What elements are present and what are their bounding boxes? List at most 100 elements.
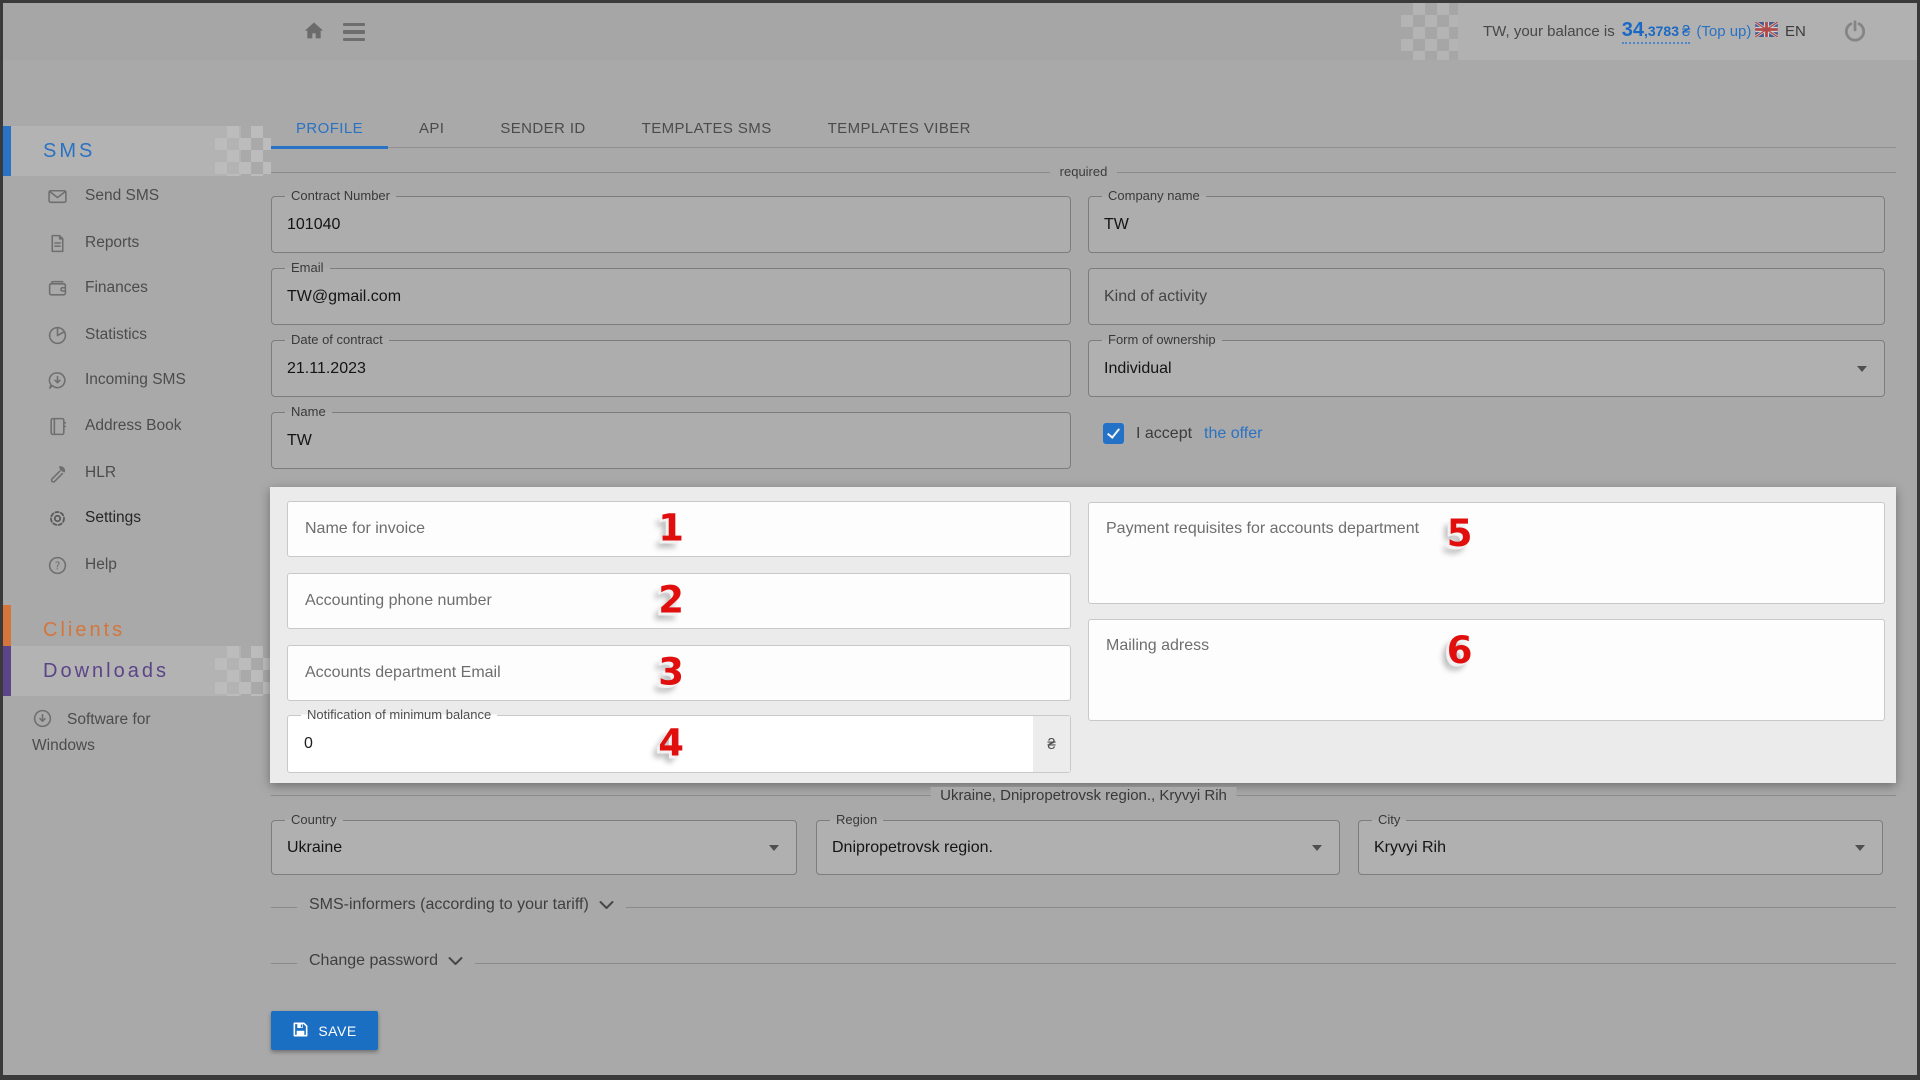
- change-password-section: Change password: [271, 963, 1896, 964]
- field-placeholder: Accounts department Email: [305, 664, 501, 682]
- accept-offer-row: I accept the offer: [1103, 423, 1262, 444]
- contract-number-field[interactable]: Contract Number 101040: [271, 196, 1071, 253]
- country-select[interactable]: Country Ukraine: [271, 820, 797, 875]
- home-button[interactable]: [302, 20, 326, 44]
- annotation-badge-3: 3: [658, 651, 684, 694]
- field-value: TW: [287, 432, 312, 450]
- annotation-badge-1: 1: [658, 507, 684, 550]
- wallet-icon: [47, 278, 68, 299]
- chevron-down-icon: [599, 900, 614, 910]
- min-balance-notification-field[interactable]: Notification of minimum balance 0 ₴ 4: [287, 715, 1071, 773]
- message-download-icon: [47, 370, 68, 391]
- region-select[interactable]: Region Dnipropetrovsk region.: [816, 820, 1340, 875]
- sidebar-item-statistics[interactable]: Statistics: [47, 319, 147, 351]
- payment-requisites-textarea[interactable]: Payment requisites for accounts departme…: [1088, 502, 1885, 604]
- tab-sender-id[interactable]: SENDER ID: [475, 109, 610, 147]
- sidebar-item-incoming-sms[interactable]: Incoming SMS: [47, 364, 186, 396]
- field-label: Country: [285, 812, 343, 827]
- balance-info: TW, your balance is 34,3783₴ (Top up): [1483, 3, 1751, 60]
- save-button[interactable]: SAVE: [271, 1011, 378, 1050]
- sidebar-item-send-sms[interactable]: Send SMS: [47, 180, 159, 212]
- field-value: 0: [304, 735, 313, 753]
- required-divider: required: [271, 172, 1896, 173]
- book-icon: [47, 416, 68, 437]
- home-icon: [302, 19, 326, 46]
- field-label: Name: [285, 404, 332, 419]
- field-label: City: [1372, 812, 1406, 827]
- field-value: Kryvyi Rih: [1374, 839, 1446, 857]
- section-accent-bar: [3, 646, 11, 696]
- sidebar-item-help[interactable]: ? Help: [47, 549, 117, 581]
- chevron-down-icon: [1857, 366, 1867, 372]
- name-field[interactable]: Name TW: [271, 412, 1071, 469]
- sidebar-section-sms[interactable]: SMS: [3, 126, 273, 176]
- chevron-down-icon: [769, 845, 779, 851]
- annotation-badge-5: 5: [1447, 512, 1473, 555]
- document-icon: [47, 233, 68, 254]
- pixel-decoration: [1401, 3, 1463, 60]
- offer-link[interactable]: the offer: [1204, 425, 1262, 443]
- accept-offer-text: I accept: [1136, 425, 1192, 443]
- sidebar-item-label: Incoming SMS: [85, 371, 186, 389]
- kind-of-activity-field[interactable]: Kind of activity: [1088, 268, 1885, 325]
- field-placeholder: Payment requisites for accounts departme…: [1106, 520, 1419, 538]
- topbar: TW, your balance is 34,3783₴ (Top up) EN: [3, 3, 1917, 60]
- company-name-field[interactable]: Company name TW: [1088, 196, 1885, 253]
- menu-button[interactable]: [342, 23, 366, 41]
- field-value: 101040: [287, 216, 340, 234]
- balance-amount-link[interactable]: 34,3783₴: [1622, 20, 1691, 44]
- sidebar-item-address-book[interactable]: Address Book: [47, 410, 182, 442]
- sidebar-item-label: Statistics: [85, 326, 147, 344]
- wrench-icon: [47, 463, 68, 484]
- tab-api[interactable]: API: [394, 109, 469, 147]
- logout-button[interactable]: [1841, 18, 1869, 46]
- tab-templates-sms[interactable]: TEMPLATES SMS: [617, 109, 797, 147]
- field-label: Email: [285, 260, 330, 275]
- annotation-badge-6: 6: [1447, 629, 1473, 672]
- sidebar-section-downloads[interactable]: Downloads: [3, 646, 273, 696]
- sms-section-label: SMS: [43, 126, 95, 176]
- sidebar-item-settings[interactable]: Settings: [47, 502, 141, 534]
- section-title: SMS-informers (according to your tariff): [309, 896, 589, 914]
- downloads-section-label: Downloads: [43, 646, 169, 696]
- tab-templates-viber[interactable]: TEMPLATES VIBER: [803, 109, 996, 147]
- field-placeholder: Accounting phone number: [305, 592, 492, 610]
- city-select[interactable]: City Kryvyi Rih: [1358, 820, 1883, 875]
- save-button-label: SAVE: [318, 1023, 356, 1039]
- field-value: TW: [1104, 216, 1129, 234]
- field-placeholder: Name for invoice: [305, 520, 425, 538]
- change-password-toggle[interactable]: Change password: [297, 952, 475, 970]
- mailing-address-textarea[interactable]: Mailing adress 6: [1088, 619, 1885, 721]
- uk-flag-icon: [1755, 22, 1778, 41]
- sms-informers-toggle[interactable]: SMS-informers (according to your tariff): [297, 896, 626, 914]
- field-label: Contract Number: [285, 188, 396, 203]
- settings-tabs: PROFILE API SENDER ID TEMPLATES SMS TEMP…: [271, 109, 1896, 148]
- field-value: Individual: [1104, 360, 1172, 378]
- floppy-disk-icon: [292, 1021, 309, 1041]
- form-of-ownership-select[interactable]: Form of ownership Individual: [1088, 340, 1885, 397]
- sidebar-item-reports[interactable]: Reports: [47, 227, 139, 259]
- chevron-down-icon: [1855, 845, 1865, 851]
- sidebar-item-hlr[interactable]: HLR: [47, 457, 116, 489]
- accounting-phone-input[interactable]: Accounting phone number 2: [287, 573, 1071, 629]
- tab-profile[interactable]: PROFILE: [271, 109, 388, 147]
- field-placeholder: Mailing adress: [1106, 637, 1209, 655]
- date-of-contract-field[interactable]: Date of contract 21.11.2023: [271, 340, 1071, 397]
- top-up-link[interactable]: (Top up): [1696, 23, 1751, 40]
- svg-text:?: ?: [55, 560, 61, 572]
- sidebar-item-label: Settings: [85, 509, 141, 527]
- accounts-department-email-input[interactable]: Accounts department Email 3: [287, 645, 1071, 701]
- sidebar-item-software-for-windows[interactable]: Software for Windows: [32, 707, 207, 759]
- hamburger-icon: [343, 23, 365, 26]
- required-legend: required: [1050, 164, 1118, 179]
- language-selector[interactable]: EN: [1755, 3, 1806, 60]
- chevron-down-icon: [448, 956, 463, 966]
- field-value: TW@gmail.com: [287, 288, 401, 306]
- email-field[interactable]: Email TW@gmail.com: [271, 268, 1071, 325]
- section-accent-bar: [3, 126, 11, 176]
- accept-offer-checkbox[interactable]: [1103, 423, 1124, 444]
- field-label: Date of contract: [285, 332, 389, 347]
- sidebar-item-label: Send SMS: [85, 187, 159, 205]
- sidebar-item-finances[interactable]: Finances: [47, 272, 148, 304]
- name-for-invoice-input[interactable]: Name for invoice 1: [287, 501, 1071, 557]
